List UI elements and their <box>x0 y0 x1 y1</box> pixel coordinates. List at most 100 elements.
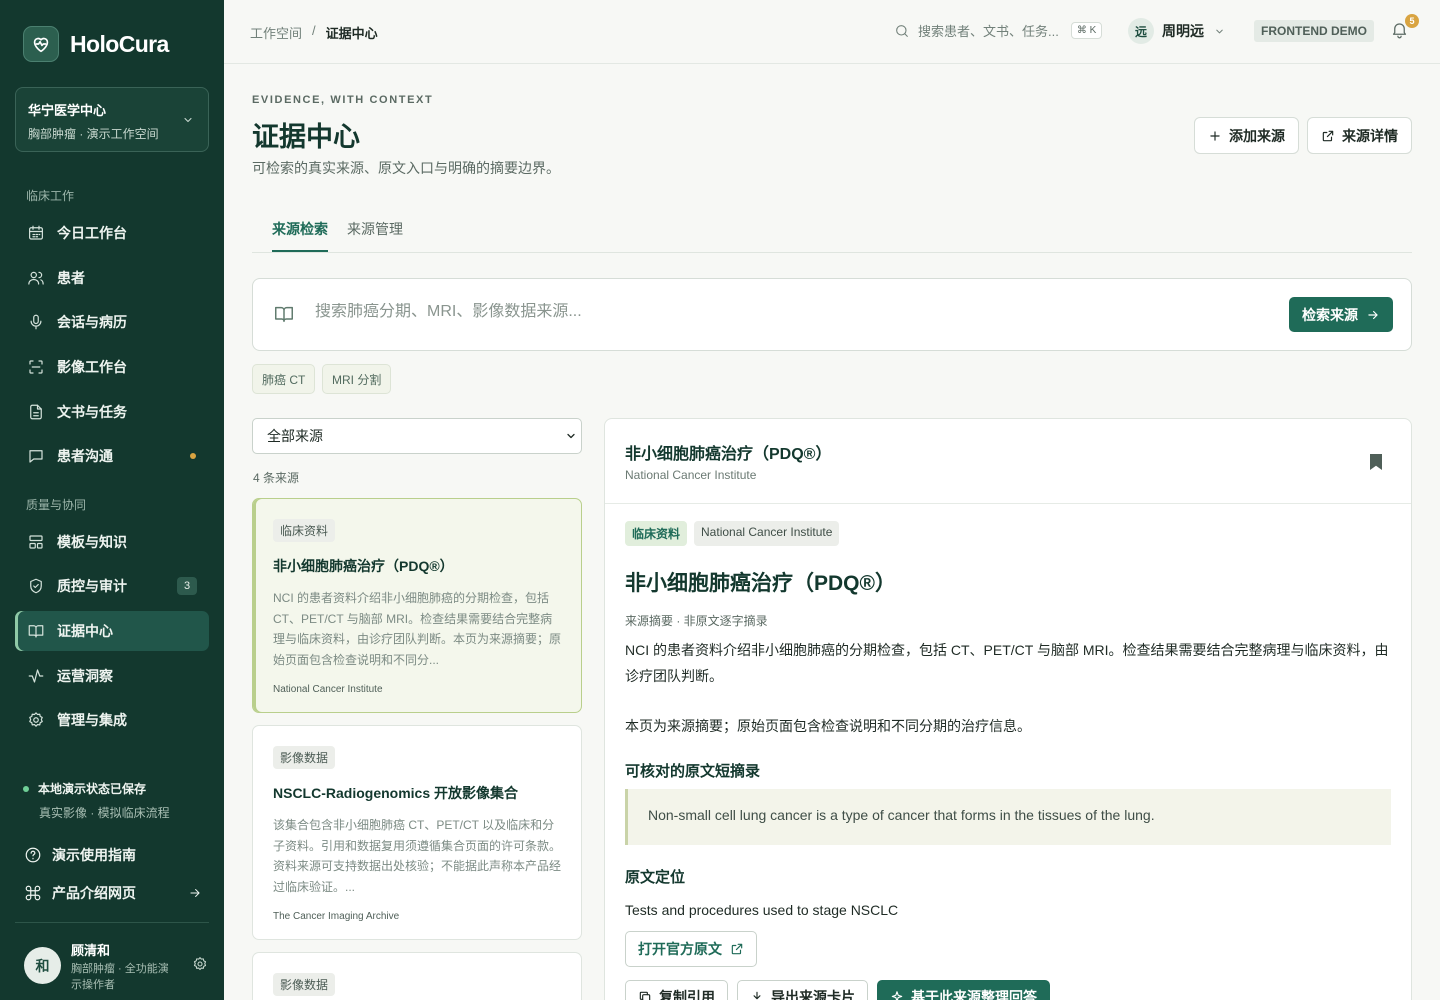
excerpt-heading: 可核对的原文短摘录 <box>625 763 761 780</box>
source-detail-panel: 非小细胞肺癌治疗（PDQ®） National Cancer Institute… <box>604 418 1412 1000</box>
sidebar-item-label: 患者 <box>57 270 85 286</box>
sparkle-icon <box>890 990 904 1000</box>
source-card-publisher: National Cancer Institute <box>273 684 383 695</box>
app-logo[interactable]: HoloCura <box>23 26 169 62</box>
sidebar-item-patients[interactable]: 患者 <box>15 258 209 298</box>
suggestion-chip[interactable]: MRI 分割 <box>322 364 392 394</box>
user-name: 顾清和 <box>71 943 111 958</box>
arrow-right-icon <box>188 886 202 900</box>
publisher-tag: National Cancer Institute <box>694 521 840 546</box>
active-tab-indicator <box>272 250 328 252</box>
sidebar-item-insights[interactable]: 运营洞察 <box>15 656 209 696</box>
source-search-box: 检索来源 <box>252 278 1412 351</box>
unread-dot <box>190 453 196 459</box>
settings-icon[interactable] <box>192 956 208 972</box>
detail-header-title: 非小细胞肺癌治疗（PDQ®） <box>625 446 832 463</box>
add-source-label: 添加来源 <box>1229 127 1285 144</box>
scan-icon <box>27 358 45 376</box>
source-card[interactable]: 临床资料 非小细胞肺癌治疗（PDQ®） NCI 的患者资料介绍非小细胞肺癌的分期… <box>252 498 582 713</box>
sidebar-item-today[interactable]: 今日工作台 <box>15 213 209 253</box>
search-sources-label: 检索来源 <box>1302 306 1358 323</box>
bookmark-icon[interactable] <box>1368 453 1384 471</box>
sidebar-item-admin[interactable]: 管理与集成 <box>15 700 209 740</box>
source-type-tag: 临床资料 <box>625 521 688 546</box>
users-icon <box>27 269 45 287</box>
sidebar-item-sessions[interactable]: 会话与病历 <box>15 302 209 342</box>
source-filter-select[interactable]: 全部来源 <box>252 418 582 454</box>
source-card[interactable]: 影像数据 <box>252 952 582 1000</box>
arrow-right-icon <box>1366 308 1380 322</box>
app-name: HoloCura <box>70 30 169 57</box>
calendar-icon <box>27 224 45 242</box>
source-card-summary: NCI 的患者资料介绍非小细胞肺癌的分期检查，包括 CT、PET/CT 与脑部 … <box>273 591 562 667</box>
detail-header-source: National Cancer Institute <box>625 468 757 482</box>
tab-source-management[interactable]: 来源管理 <box>347 219 403 239</box>
demo-guide-link[interactable]: 演示使用指南 <box>24 845 202 865</box>
sidebar-item-documents[interactable]: 文书与任务 <box>15 392 209 432</box>
breadcrumb-current: 证据中心 <box>325 26 378 41</box>
product-page-label: 产品介绍网页 <box>52 885 136 901</box>
compose-answer-button[interactable]: 基于此来源整理回答 <box>877 980 1050 1000</box>
notification-count: 5 <box>1405 14 1419 28</box>
summary-boundary-note: 来源摘要 · 非原文逐字摘录 <box>625 614 768 628</box>
suggestion-chip[interactable]: 肺癌 CT <box>252 364 316 394</box>
org-name: 华宁医学中心 <box>28 103 107 118</box>
status-dot <box>23 785 29 792</box>
gear-icon <box>27 711 45 729</box>
sidebar-item-quality[interactable]: 质控与审计 3 <box>15 566 209 606</box>
external-link-icon <box>730 942 744 956</box>
user-name: 周明远 <box>1162 23 1204 39</box>
shortcut-hint: ⌘ K <box>1070 22 1103 39</box>
sidebar-item-label: 管理与集成 <box>57 712 127 728</box>
add-source-button[interactable]: 添加来源 <box>1194 117 1299 154</box>
source-card[interactable]: 影像数据 NSCLC-Radiogenomics 开放影像集合 该集合包含非小细… <box>252 725 582 940</box>
source-type-tag: 临床资料 <box>273 519 336 542</box>
sidebar-item-label: 今日工作台 <box>57 225 127 241</box>
user-menu[interactable]: 远 周明远 <box>1128 18 1225 44</box>
sidebar-item-templates[interactable]: 模板与知识 <box>15 522 209 562</box>
source-search-input[interactable] <box>315 303 1215 321</box>
tab-source-search[interactable]: 来源检索 <box>272 219 328 239</box>
sidebar-item-communication[interactable]: 患者沟通 <box>15 436 209 476</box>
open-original-button[interactable]: 打开官方原文 <box>625 931 757 967</box>
source-detail-button[interactable]: 来源详情 <box>1307 117 1412 154</box>
sidebar-item-label: 运营洞察 <box>57 668 113 684</box>
chevron-down-icon <box>565 430 577 442</box>
locate-heading: 原文定位 <box>625 869 686 886</box>
global-search[interactable]: 搜索患者、文书、任务... ⌘ K <box>894 21 1103 40</box>
page-subtitle: 可检索的真实来源、原文入口与明确的摘要边界。 <box>252 160 560 176</box>
source-card-summary: 该集合包含非小细胞肺癌 CT、PET/CT 以及临床和分子资料。引用和数据复用须… <box>273 818 562 894</box>
sidebar-item-label: 影像工作台 <box>57 359 127 375</box>
count-badge: 3 <box>177 577 197 595</box>
detail-header: 非小细胞肺癌治疗（PDQ®） National Cancer Institute <box>605 419 1411 504</box>
sidebar-item-imaging[interactable]: 影像工作台 <box>15 347 209 387</box>
current-user[interactable]: 和 顾清和 胸部肿瘤 · 全功能演示操作者 <box>24 940 208 993</box>
product-page-link[interactable]: 产品介绍网页 <box>24 883 202 903</box>
plus-icon <box>1208 129 1222 143</box>
command-icon <box>24 884 42 902</box>
source-card-title: NSCLC-Radiogenomics 开放影像集合 <box>273 785 519 801</box>
external-link-icon <box>1321 129 1335 143</box>
avatar: 和 <box>24 947 61 984</box>
chevron-down-icon <box>1214 26 1225 37</box>
search-sources-button[interactable]: 检索来源 <box>1289 297 1393 332</box>
shield-icon <box>27 577 45 595</box>
source-type-tag: 影像数据 <box>273 746 336 769</box>
export-card-button[interactable]: 导出来源卡片 <box>737 980 868 1000</box>
saved-status: 本地演示状态已保存 真实影像 · 模拟临床流程 <box>23 780 170 821</box>
workspace-switcher[interactable]: 华宁医学中心 胸部肿瘤 · 演示工作空间 <box>15 87 209 152</box>
sidebar-divider <box>15 922 209 923</box>
global-search-placeholder: 搜索患者、文书、任务... <box>918 24 1059 39</box>
summary-paragraph: 本页为来源摘要；原始页面包含检查说明和不同分期的治疗信息。 <box>625 718 1031 734</box>
microphone-icon <box>27 313 45 331</box>
breadcrumb-workspace[interactable]: 工作空间 <box>250 23 302 42</box>
copy-citation-button[interactable]: 复制引用 <box>625 980 728 1000</box>
source-count: 4 条来源 <box>253 471 300 485</box>
sidebar-item-label: 患者沟通 <box>57 448 113 464</box>
source-detail-label: 来源详情 <box>1342 127 1398 144</box>
chat-icon <box>27 447 45 465</box>
breadcrumb-separator: / <box>312 23 316 38</box>
help-circle-icon <box>24 846 42 864</box>
book-open-icon <box>27 622 45 640</box>
sidebar-item-evidence[interactable]: 证据中心 <box>15 611 209 651</box>
